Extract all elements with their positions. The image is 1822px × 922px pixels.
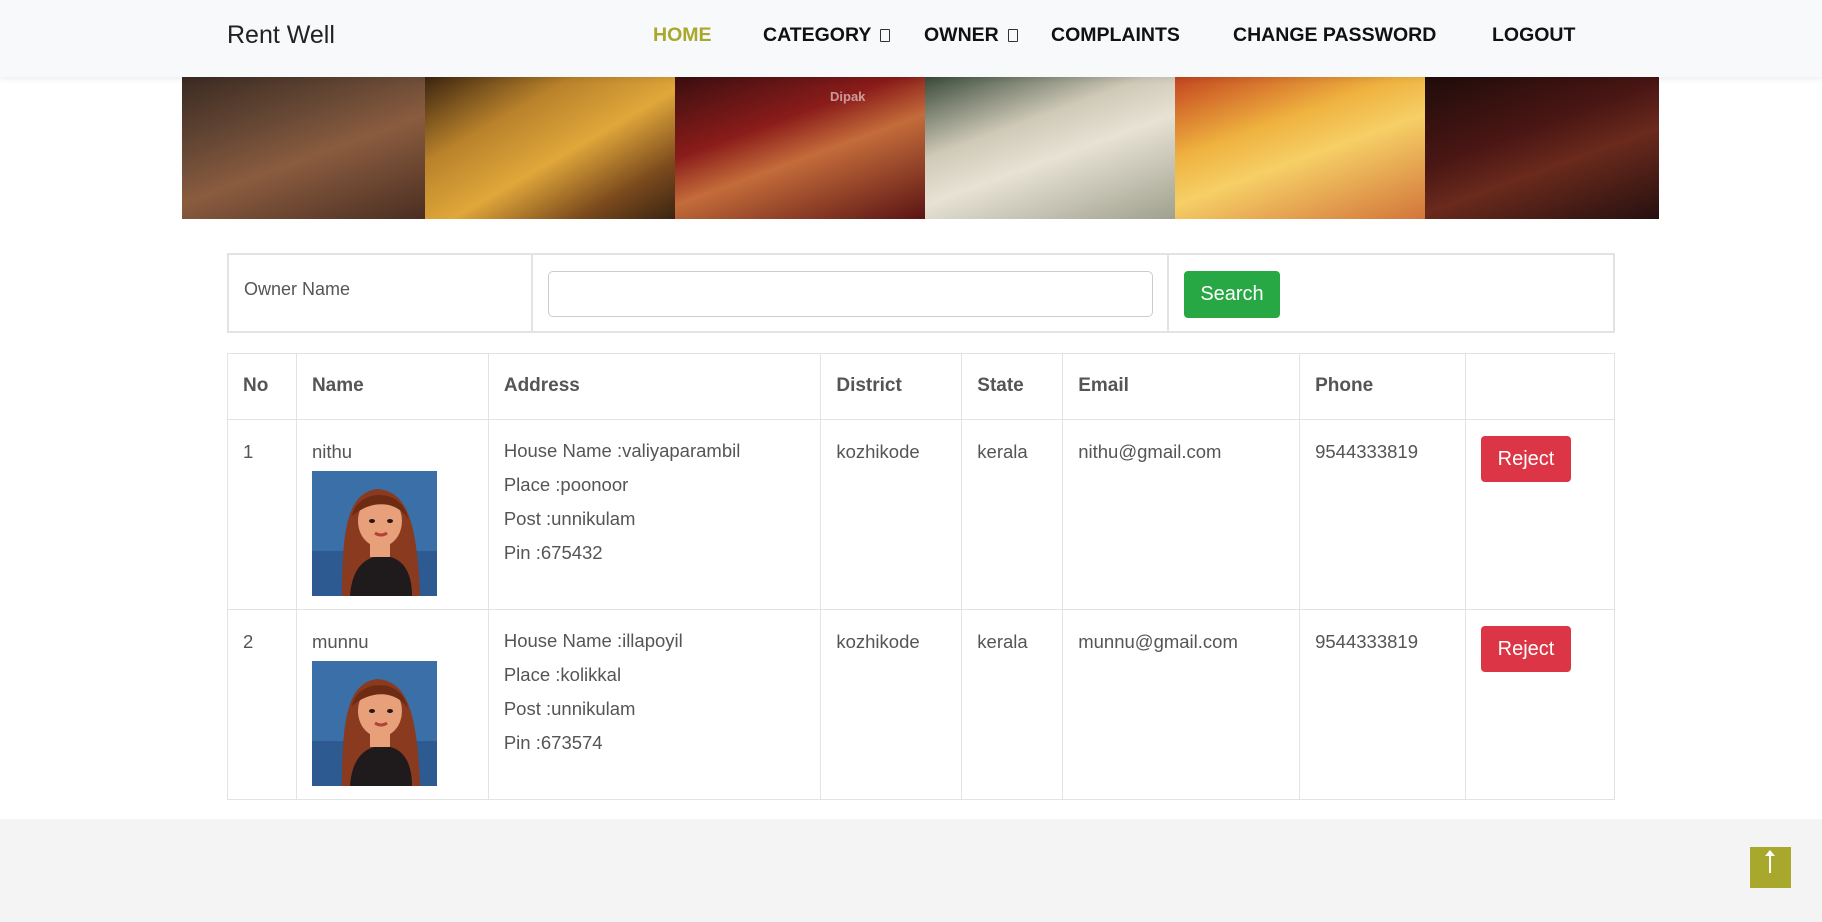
address-place: Place :kolikkal [503,664,622,685]
search-button[interactable]: Search [1184,271,1280,318]
banner-panel [925,77,1175,219]
banner-panel [1175,77,1425,219]
banner-panel [1425,77,1659,219]
nav-owner-label: OWNER [924,24,999,46]
page-footer [0,819,1822,922]
nav-change-password-label: CHANGE PASSWORD [1233,24,1437,46]
cell-address: House Name :illapoyil Place :kolikkal Po… [487,609,822,800]
banner-panel: Dipak [675,77,925,219]
chevron-down-icon [880,29,891,42]
column-header-email: Email [1062,353,1301,420]
avatar [311,471,437,596]
back-to-top-button[interactable] [1750,847,1791,888]
address-house: House Name :valiyaparambil [503,440,741,461]
cell-phone: 9544333819 [1299,419,1466,610]
search-button-cell: Search [1169,255,1613,331]
nav-complaints-label: COMPLAINTS [1051,24,1180,46]
address-place: Place :poonoor [503,474,629,495]
cell-district: kozhikode [820,609,963,800]
column-header-name: Name [295,353,489,420]
cell-action: Reject [1465,609,1615,800]
nav-change-password[interactable]: CHANGE PASSWORD [1233,24,1436,47]
reject-button[interactable]: Reject [1481,626,1571,672]
cell-name: munnu [295,609,489,800]
address-pin: Pin :673574 [503,732,603,753]
column-header-state: State [961,353,1064,420]
search-input-cell [533,255,1169,331]
banner-watermark: Dipak [830,89,866,104]
nav-logout-label: LOGOUT [1492,24,1576,46]
banner-panel [182,77,425,219]
brand-logo[interactable]: Rent Well [227,21,335,50]
address-post: Post :unnikulam [503,698,636,719]
cell-email: munnu@gmail.com [1062,609,1301,800]
table-header-row: No Name Address District State Email Pho… [227,353,1615,420]
column-header-address: Address [487,353,822,420]
nav-home-label: HOME [653,24,712,46]
owner-search-form: Owner Name Search [227,253,1615,333]
nav-logout[interactable]: LOGOUT [1492,24,1575,47]
banner-image: Dipak [182,77,1659,219]
owners-table: No Name Address District State Email Pho… [227,353,1615,800]
address-post: Post :unnikulam [503,508,636,529]
cell-action: Reject [1465,419,1615,610]
cell-address: House Name :valiyaparambil Place :poonoo… [487,419,822,610]
nav-complaints[interactable]: COMPLAINTS [1051,24,1180,47]
cell-no: 2 [227,609,297,800]
cell-email: nithu@gmail.com [1062,419,1301,610]
nav-category[interactable]: CATEGORY [763,24,891,47]
address-pin: Pin :675432 [503,542,603,563]
reject-button[interactable]: Reject [1481,436,1571,482]
column-header-action [1465,353,1615,420]
chevron-down-icon [1007,29,1018,42]
column-header-no: No [227,353,297,420]
owner-name-input[interactable] [548,271,1153,317]
banner-panel [425,77,675,219]
nav-category-label: CATEGORY [763,24,872,46]
avatar [311,661,437,786]
cell-name: nithu [295,419,489,610]
cell-district: kozhikode [820,419,963,610]
cell-state: kerala [961,609,1064,800]
top-navbar: Rent Well HOME CATEGORY OWNER COMPLAINTS… [0,0,1822,77]
column-header-phone: Phone [1299,353,1466,420]
table-row: 1 nithu House Name :valiyaparambil Place… [227,419,1615,610]
owner-name: munnu [311,631,369,652]
nav-home[interactable]: HOME [653,24,712,47]
cell-no: 1 [227,419,297,610]
cell-state: kerala [961,419,1064,610]
cell-phone: 9544333819 [1299,609,1466,800]
owner-name-label: Owner Name [244,279,351,299]
table-row: 2 munnu House Name :illapoyil Place:kol… [227,609,1615,800]
nav-owner[interactable]: OWNER [924,24,1018,47]
column-header-district: District [820,353,963,420]
search-label-cell: Owner Name [229,255,533,331]
address-house: House Name :illapoyil [503,630,683,651]
arrow-up-icon-stem [1769,853,1771,873]
owner-name: nithu [311,441,353,462]
